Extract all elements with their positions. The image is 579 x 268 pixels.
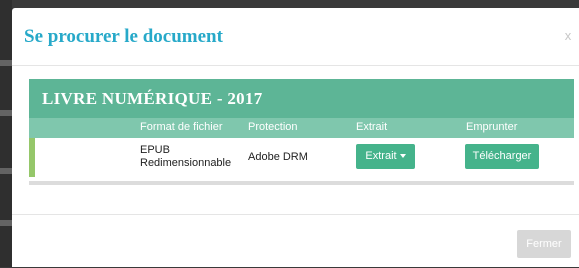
- panel-header: LIVRE NUMÉRIQUE - 2017: [29, 79, 574, 118]
- extrait-button-label: Extrait: [365, 150, 397, 162]
- telecharger-button[interactable]: Télécharger: [465, 144, 539, 169]
- row-marker: [29, 138, 35, 177]
- protection-cell: Adobe DRM: [248, 151, 308, 163]
- column-header-protection: Protection: [248, 121, 298, 133]
- format-type: Redimensionnable: [140, 157, 232, 169]
- background-edge: [0, 0, 12, 267]
- modal-title: Se procurer le document: [24, 26, 223, 47]
- column-header-format: Format de fichier: [140, 121, 223, 133]
- document-modal: Se procurer le document x LIVRE NUMÉRIQU…: [12, 8, 579, 267]
- caret-down-icon: [399, 154, 406, 159]
- modal-header: Se procurer le document x: [12, 8, 579, 66]
- extrait-button[interactable]: Extrait: [356, 144, 415, 169]
- column-header-extrait: Extrait: [356, 121, 388, 133]
- column-header-emprunter: Emprunter: [466, 121, 518, 133]
- ebook-panel: LIVRE NUMÉRIQUE - 2017 Format de fichier…: [29, 79, 574, 185]
- panel-title: LIVRE NUMÉRIQUE - 2017: [42, 89, 263, 108]
- fermer-button[interactable]: Fermer: [517, 230, 571, 258]
- table-header-row: Format de fichier Protection Extrait Emp…: [29, 118, 574, 138]
- table-row: EPUB Redimensionnable Adobe DRM Extrait …: [29, 138, 574, 177]
- modal-footer: Fermer: [12, 214, 579, 268]
- format-name: EPUB: [140, 144, 170, 156]
- close-icon[interactable]: x: [561, 28, 575, 44]
- format-cell: EPUB Redimensionnable: [140, 144, 231, 170]
